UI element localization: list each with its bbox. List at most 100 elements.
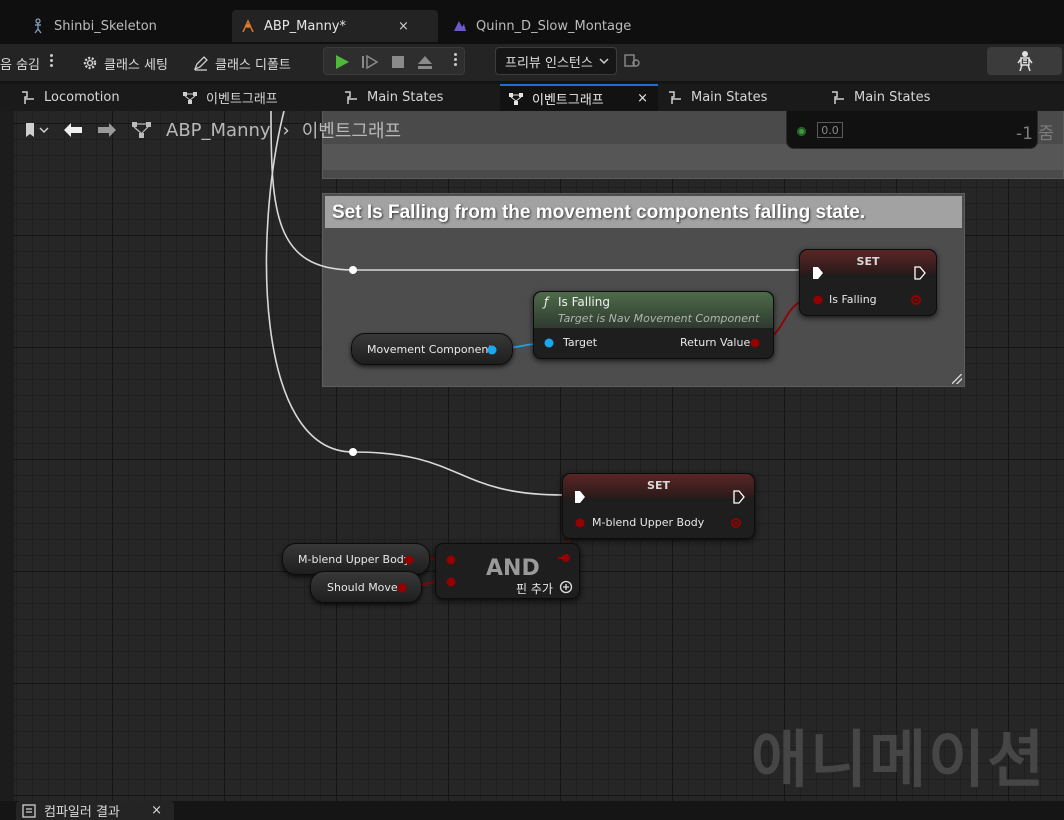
close-icon[interactable]: × <box>151 803 162 818</box>
is-falling-function-node[interactable]: ƒ Is Falling Target is Nav Movement Comp… <box>533 291 774 359</box>
breadcrumb: ABP_Manny › 이벤트그래프 <box>22 117 401 143</box>
tab-label: Main States <box>854 90 931 105</box>
should-move-variable[interactable]: Should Move <box>310 571 422 603</box>
close-icon[interactable]: × <box>398 19 409 34</box>
tab-abp-manny[interactable]: ABP_Manny* × <box>232 10 438 42</box>
close-icon[interactable]: × <box>637 91 648 106</box>
node-subtitle: Target is Nav Movement Component <box>558 312 760 325</box>
graph-icon <box>132 122 151 138</box>
bool-out-pin-icon[interactable] <box>557 552 571 564</box>
preview-instance-label: 프리뷰 인스턴스 <box>505 55 593 71</box>
bool-pin-icon[interactable] <box>574 517 586 529</box>
tab-label: 컴파일러 결과 <box>44 805 120 820</box>
forward-arrow-icon[interactable] <box>96 121 118 139</box>
add-pin-icon[interactable] <box>559 580 573 594</box>
comment-title[interactable]: Set Is Falling from the movement compone… <box>325 196 962 228</box>
tab-shinbi-skeleton[interactable]: Shinbi_Skeleton <box>30 10 157 42</box>
tab-label: Shinbi_Skeleton <box>54 18 157 34</box>
add-pin-label[interactable]: 핀 추가 <box>516 580 553 597</box>
exec-out-pin-icon[interactable] <box>914 266 926 280</box>
exec-in-pin-icon[interactable] <box>812 266 824 280</box>
object-pin-icon[interactable] <box>543 337 555 349</box>
state-machine-icon <box>22 90 34 104</box>
exec-out-pin-icon[interactable] <box>733 490 745 504</box>
montage-icon <box>454 21 466 31</box>
float-value-field[interactable]: 0.0 <box>817 122 843 138</box>
node-title: Is Falling <box>558 295 610 309</box>
bool-pin-icon[interactable] <box>445 576 457 588</box>
tab-event-graph-active[interactable]: 이벤트그래프 × <box>500 84 658 111</box>
object-pin-icon[interactable] <box>486 344 498 356</box>
compiler-results-icon <box>22 803 36 818</box>
graph-tab-bar: Locomotion 이벤트그래프 Main States 이벤트그래프 × M… <box>0 84 1064 111</box>
back-arrow-icon[interactable] <box>62 121 84 139</box>
float-pin[interactable] <box>797 127 806 136</box>
pin-label: M-blend Upper Body <box>592 516 705 529</box>
stop-icon[interactable] <box>389 53 407 71</box>
play-options-icon[interactable] <box>452 51 458 71</box>
tab-main-states[interactable]: Main States <box>667 84 767 111</box>
breadcrumb-current: 이벤트그래프 <box>301 121 402 142</box>
tab-label: Main States <box>691 90 768 105</box>
tab-compiler-results[interactable]: 컴파일러 결과 × <box>16 801 174 820</box>
tab-label: Quinn_D_Slow_Montage <box>476 18 632 34</box>
class-settings-label: 클래스 세팅 <box>104 57 168 73</box>
tab-main-states[interactable]: Main States <box>343 84 443 111</box>
pin-label: Target <box>563 336 598 349</box>
play-icon[interactable] <box>333 53 351 71</box>
skeleton-icon <box>34 18 42 34</box>
variable-label: Movement Component <box>367 343 493 356</box>
skeleton-icon <box>1016 51 1033 72</box>
gear-icon <box>83 56 97 70</box>
preview-instance-select[interactable]: 프리뷰 인스턴스 <box>495 47 617 75</box>
tab-label: 이벤트그래프 <box>532 93 604 108</box>
bool-pin-icon[interactable] <box>812 294 824 306</box>
set-is-falling-node[interactable]: SET Is Falling <box>799 249 937 316</box>
zoom-level-label: -1 줌 <box>1016 124 1054 144</box>
state-machine-icon <box>669 90 681 104</box>
graph-icon <box>183 91 197 104</box>
bool-pin-icon[interactable] <box>403 554 415 566</box>
function-icon: ƒ <box>544 295 549 309</box>
step-icon[interactable] <box>361 53 379 71</box>
pin-label: Is Falling <box>829 293 877 306</box>
bool-out-pin-icon[interactable] <box>910 294 922 306</box>
bool-out-pin-icon[interactable] <box>730 517 742 529</box>
chevron-down-icon <box>599 58 609 65</box>
breadcrumb-separator-icon: › <box>282 119 290 141</box>
tab-event-graph[interactable]: 이벤트그래프 <box>182 84 278 111</box>
set-mblend-upper-body-node[interactable]: SET M-blend Upper Body <box>562 473 755 539</box>
skeleton-tree-button[interactable] <box>987 47 1062 75</box>
resize-grip-icon[interactable] <box>952 374 962 384</box>
tab-quinn-montage[interactable]: Quinn_D_Slow_Montage <box>452 10 631 42</box>
exec-in-pin-icon[interactable] <box>574 490 586 504</box>
tab-locomotion[interactable]: Locomotion <box>20 84 120 111</box>
breadcrumb-root[interactable]: ABP_Manny <box>166 120 271 141</box>
hide-unrelated-button[interactable]: 음 숨김 <box>0 50 40 76</box>
bool-out-pin-icon[interactable] <box>749 337 761 349</box>
more-options-icon[interactable] <box>48 52 54 72</box>
graph-canvas[interactable]: 0.0 -1 줌 ABP_Manny › 이벤트그래프 Set Is Falli… <box>14 111 1064 801</box>
document-tab-bar: Shinbi_Skeleton ABP_Manny* × Quinn_D_Slo… <box>0 0 1064 44</box>
bool-pin-icon[interactable] <box>445 554 457 566</box>
class-settings-button[interactable]: 클래스 세팅 <box>82 50 168 76</box>
class-defaults-label: 클래스 디폴트 <box>215 57 291 73</box>
tab-label: Main States <box>367 90 444 105</box>
edit-pencil-icon <box>193 56 208 71</box>
and-boolean-node[interactable]: AND 핀 추가 <box>435 543 580 599</box>
float-variable-node[interactable]: 0.0 <box>786 111 1038 149</box>
state-machine-icon <box>832 90 844 104</box>
tab-label: 이벤트그래프 <box>206 92 278 107</box>
movement-component-variable[interactable]: Movement Component <box>351 333 513 365</box>
bool-pin-icon[interactable] <box>396 582 408 594</box>
tab-label: ABP_Manny* <box>264 18 347 34</box>
bookmark-icon[interactable] <box>22 121 50 139</box>
class-defaults-button[interactable]: 클래스 디폴트 <box>193 50 291 76</box>
tab-main-states[interactable]: Main States <box>830 84 930 111</box>
pin-label: Return Value <box>680 336 751 349</box>
debug-filter-icon[interactable] <box>624 52 642 70</box>
eject-icon[interactable] <box>416 53 434 71</box>
simulation-controls <box>323 47 465 75</box>
variable-label: Should Move <box>327 581 398 594</box>
node-title: AND <box>486 556 540 581</box>
